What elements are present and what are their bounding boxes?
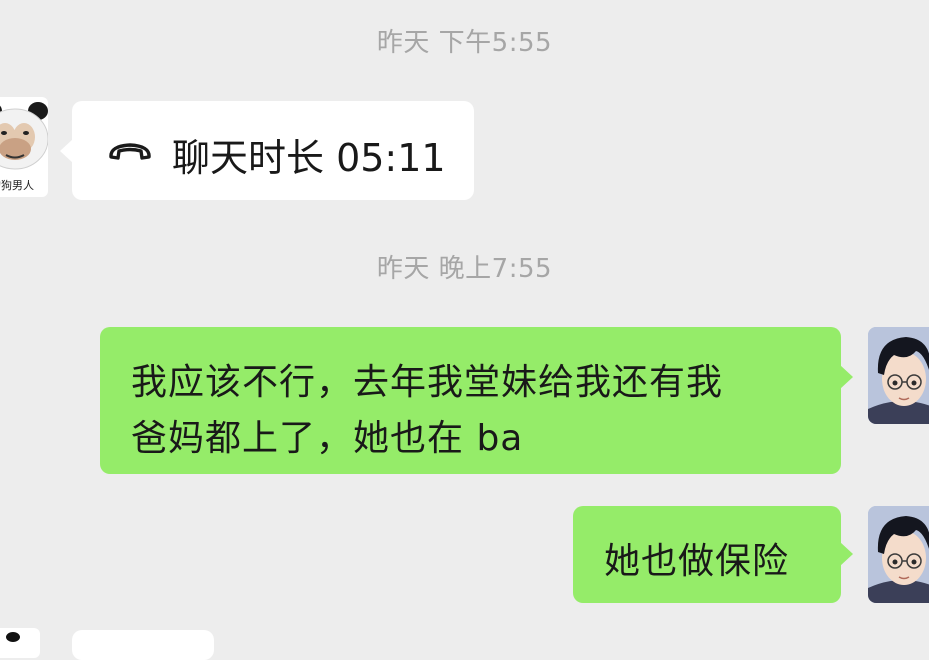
message-text-line: 我应该不行，去年我堂妹给我还有我 xyxy=(131,362,724,403)
message-text-line: 她也做保险 xyxy=(604,541,790,582)
message-text-line: 爸妈都上了，她也在 ba xyxy=(131,418,524,459)
my-avatar[interactable] xyxy=(868,327,929,424)
avatar-caption: 的狗男人 xyxy=(0,179,34,192)
timestamp: 昨天 晚上7:55 xyxy=(376,254,553,284)
outgoing-message-bubble[interactable]: 我应该不行，去年我堂妹给我还有我 爸妈都上了，她也在 ba xyxy=(100,327,853,474)
anime-boy-avatar-image xyxy=(868,506,929,603)
incoming-message-bubble[interactable] xyxy=(72,630,214,660)
timestamp: 昨天 下午5:55 xyxy=(376,28,553,58)
call-record-bubble[interactable]: 聊天时长 05:11 xyxy=(60,101,474,200)
contact-avatar[interactable]: 的狗男人 xyxy=(0,97,48,197)
phone-hangup-icon xyxy=(109,143,151,160)
contact-avatar[interactable] xyxy=(0,628,40,658)
call-duration-text: 聊天时长 05:11 xyxy=(172,136,446,180)
anime-boy-avatar-image xyxy=(868,327,929,424)
outgoing-message-bubble[interactable]: 她也做保险 xyxy=(573,506,853,603)
my-avatar[interactable] xyxy=(868,506,929,603)
